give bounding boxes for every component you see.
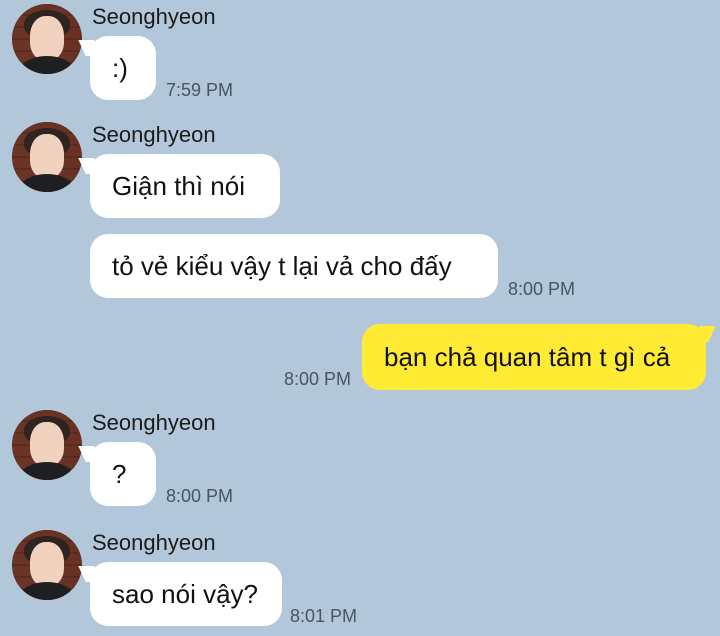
avatar[interactable] xyxy=(12,4,82,74)
message-time: 8:01 PM xyxy=(290,606,358,626)
message-time: 8:00 PM xyxy=(508,279,576,299)
message-time: 8:00 PM xyxy=(166,486,234,506)
sender-name: Seonghyeon xyxy=(92,4,216,29)
message-text: ? xyxy=(112,458,127,489)
avatar[interactable] xyxy=(12,122,82,192)
avatar[interactable] xyxy=(12,530,82,600)
message-bubble[interactable]: Giận thì nói xyxy=(90,154,280,218)
avatar-face xyxy=(30,542,64,586)
message-time: 7:59 PM xyxy=(166,80,234,100)
message-text: bạn chả quan tâm t gì cả xyxy=(384,341,671,372)
avatar-face xyxy=(30,16,64,60)
message-bubble[interactable]: :) xyxy=(90,36,156,100)
sender-name: Seonghyeon xyxy=(92,410,216,435)
message-text: Giận thì nói xyxy=(112,170,245,201)
message-text: tỏ vẻ kiểu vậy t lại vả cho đấy xyxy=(112,250,452,281)
message-bubble[interactable]: ? xyxy=(90,442,156,506)
sender-name: Seonghyeon xyxy=(92,530,216,555)
message-text: :) xyxy=(112,52,128,83)
avatar-face xyxy=(30,134,64,178)
message-time: 8:00 PM xyxy=(284,369,352,389)
avatar-face xyxy=(30,422,64,466)
avatar[interactable] xyxy=(12,410,82,480)
outgoing-message-bubble[interactable]: bạn chả quan tâm t gì cả xyxy=(362,324,706,390)
message-bubble[interactable]: tỏ vẻ kiểu vậy t lại vả cho đấy xyxy=(90,234,498,298)
message-bubble[interactable]: sao nói vậy? xyxy=(90,562,282,626)
message-text: sao nói vậy? xyxy=(112,578,258,609)
sender-name: Seonghyeon xyxy=(92,122,216,147)
